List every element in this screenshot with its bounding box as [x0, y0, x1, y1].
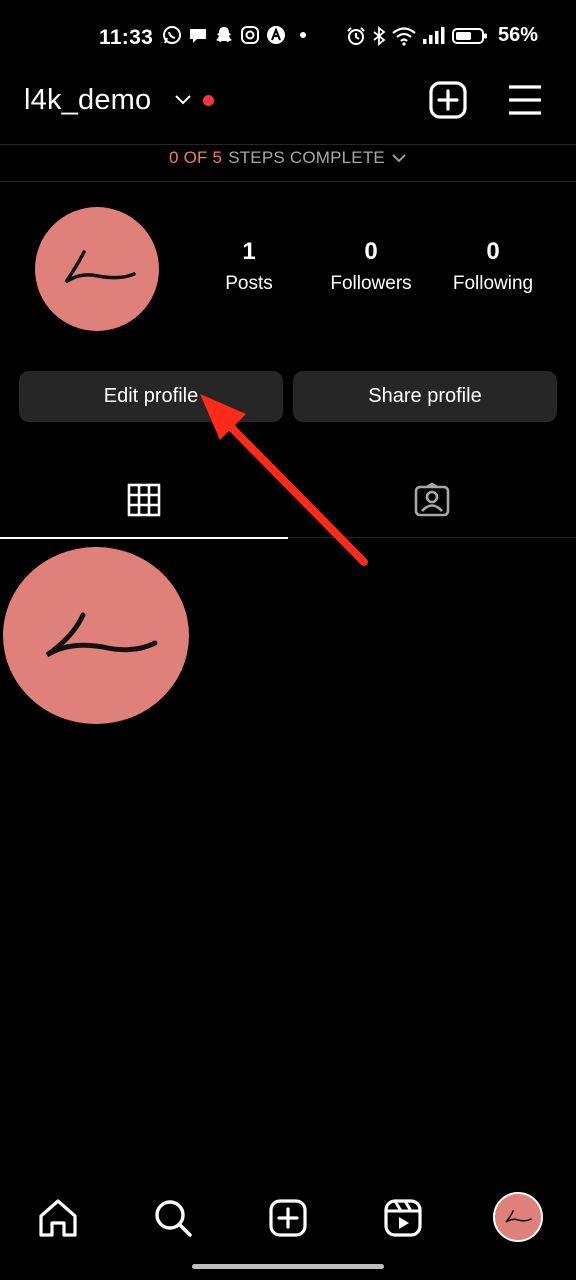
username-switcher[interactable]: l4k_demo: [24, 84, 151, 117]
home-icon[interactable]: [34, 1194, 82, 1242]
post-thumbnail[interactable]: [3, 547, 189, 724]
profile-avatar[interactable]: [35, 207, 159, 331]
nav-avatar-signature-logo: [505, 1210, 532, 1223]
grid-icon: [127, 483, 161, 517]
notification-dot: [203, 95, 214, 106]
posts-count: 1: [242, 238, 256, 265]
share-profile-button[interactable]: Share profile: [293, 371, 557, 422]
alarm-icon: [347, 26, 365, 45]
followers-label: Followers: [330, 273, 412, 294]
following-count: 0: [486, 238, 500, 265]
more-notifications-dot: [300, 32, 306, 38]
profile-steps-bar[interactable]: 0 OF 5 STEPS COMPLETE: [0, 144, 576, 182]
status-notification-icons: [162, 25, 306, 45]
active-tab-indicator: [0, 537, 288, 539]
create-icon[interactable]: [264, 1194, 312, 1242]
arc-app-icon: [267, 26, 285, 44]
bottom-navigation: [0, 1180, 576, 1256]
reels-icon[interactable]: [379, 1194, 427, 1242]
whatsapp-icon: [163, 26, 181, 44]
home-indicator[interactable]: [192, 1264, 384, 1269]
steps-label: STEPS COMPLETE: [228, 148, 385, 167]
profile-avatar[interactable]: [493, 1192, 543, 1242]
profile-header: l4k_demo: [0, 76, 576, 144]
chevron-down-icon: [392, 154, 406, 163]
tab-tagged[interactable]: [288, 462, 576, 538]
chevron-down-icon[interactable]: [174, 94, 192, 106]
steps-progress: 0 OF 5: [169, 148, 223, 167]
followers-count: 0: [364, 238, 378, 265]
chat-bubble-icon: [190, 29, 206, 43]
avatar-signature-logo: [64, 250, 136, 284]
instagram-icon: [241, 26, 259, 44]
tab-posts-grid[interactable]: [0, 462, 288, 539]
battery-icon: [451, 27, 487, 44]
snapchat-icon: [216, 27, 232, 42]
add-square-icon[interactable]: [429, 81, 467, 119]
status-bar: 11:33 56%: [0, 0, 576, 76]
followers-stat[interactable]: 0 Followers: [311, 238, 431, 296]
wifi-icon: [392, 26, 416, 46]
posts-stat[interactable]: 1 Posts: [189, 238, 309, 296]
status-time: 11:33: [99, 26, 154, 49]
steps-text: 0 OF 5 STEPS COMPLETE: [169, 148, 407, 168]
signal-icon: [422, 26, 445, 44]
battery-percent: 56%: [497, 24, 538, 46]
post-signature-logo: [45, 612, 158, 658]
search-icon[interactable]: [149, 1194, 197, 1242]
posts-label: Posts: [225, 273, 273, 294]
following-stat[interactable]: 0 Following: [433, 238, 553, 296]
bluetooth-icon: [373, 25, 386, 46]
profile-tabs: [0, 462, 576, 539]
system-status-icons: 56%: [346, 24, 538, 47]
hamburger-menu-icon[interactable]: [508, 84, 542, 116]
following-label: Following: [452, 273, 534, 294]
edit-profile-button[interactable]: Edit profile: [19, 371, 283, 422]
tagged-person-icon: [414, 482, 450, 517]
